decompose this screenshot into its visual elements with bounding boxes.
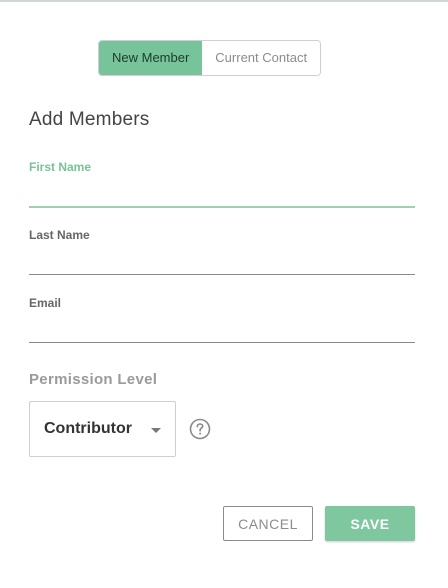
form-heading: Add Members bbox=[29, 109, 150, 130]
save-button[interactable]: SAVE bbox=[325, 506, 415, 541]
add-members-dialog: New Member Current Contact Add Members F… bbox=[0, 0, 448, 588]
chevron-down-icon bbox=[151, 428, 161, 433]
permission-level-select[interactable]: Contributor bbox=[29, 401, 176, 457]
first-name-field[interactable] bbox=[29, 182, 415, 208]
last-name-label: Last Name bbox=[29, 228, 90, 242]
last-name-field[interactable] bbox=[29, 250, 415, 275]
toggle-current-contact[interactable]: Current Contact bbox=[202, 41, 321, 75]
toggle-new-member[interactable]: New Member bbox=[99, 41, 203, 75]
permission-level-value: Contributor bbox=[44, 420, 132, 437]
question-circle-icon[interactable] bbox=[189, 418, 211, 440]
member-type-toggle: New Member Current Contact bbox=[98, 40, 322, 76]
first-name-label: First Name bbox=[29, 160, 92, 174]
email-label: Email bbox=[29, 296, 62, 310]
cancel-button[interactable]: CANCEL bbox=[223, 506, 313, 541]
email-field[interactable] bbox=[29, 318, 415, 343]
permission-level-heading: Permission Level bbox=[29, 371, 158, 388]
